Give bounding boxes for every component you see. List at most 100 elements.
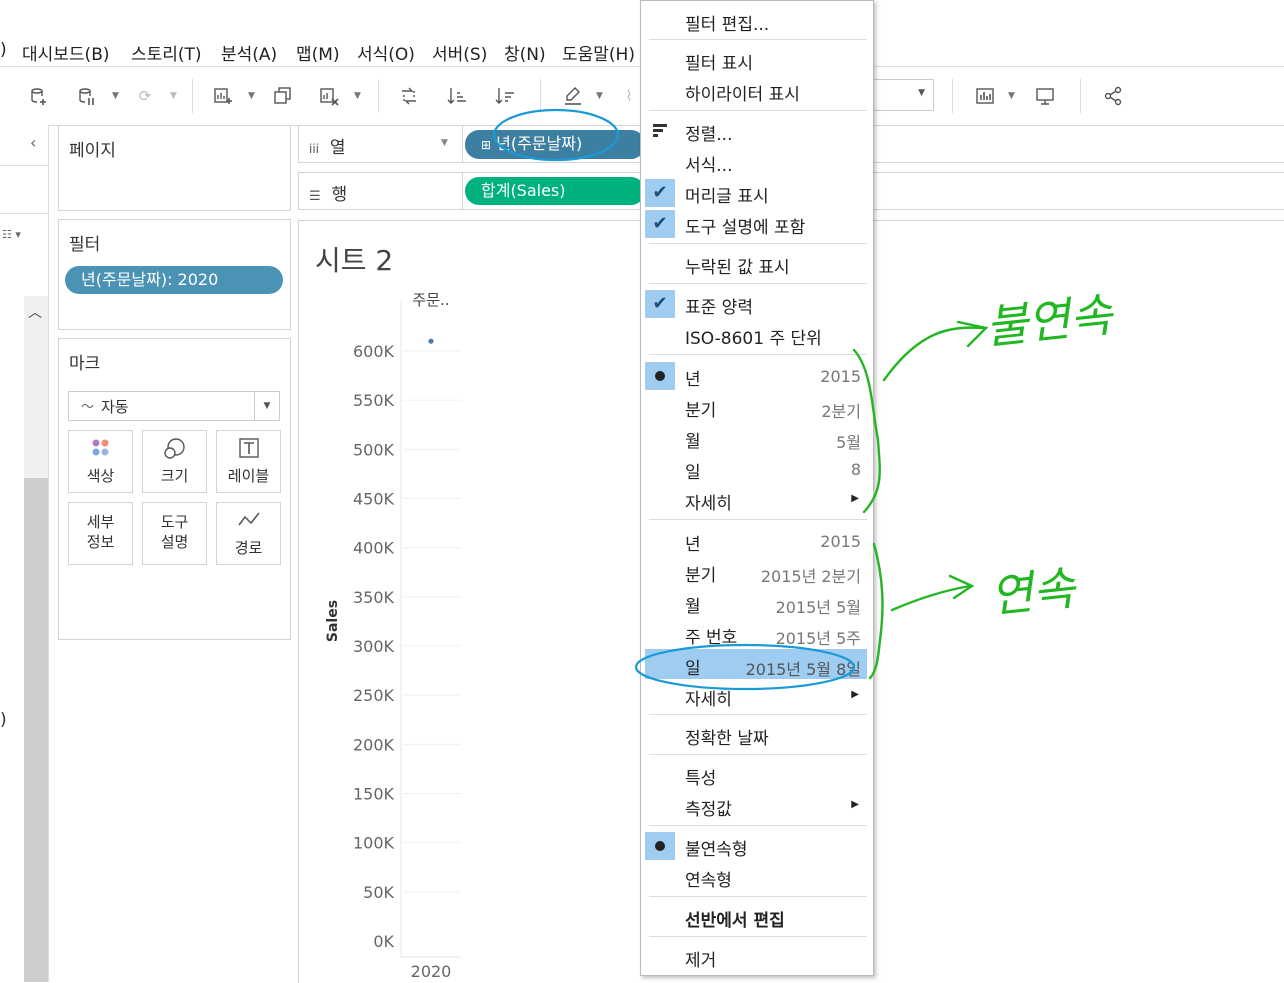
y-tick-label: 350K [353,588,395,607]
new-sheet-icon[interactable] [212,85,234,107]
label-button[interactable]: 레이블 [216,430,281,493]
sort-descending-icon[interactable] [494,85,516,107]
mark-type-value: 자동 [101,398,129,416]
attach-icon[interactable]: ⌇ [618,85,640,107]
menu-continuous[interactable]: 연속형 [685,866,732,891]
menu-discrete-more[interactable]: 자세히 [685,489,732,514]
share-icon[interactable] [1102,85,1124,107]
menu-standard-calendar[interactable]: 표준 양력 [685,293,753,318]
color-button[interactable]: 색상 [68,430,133,493]
detail-label: 세부 정보 [86,513,115,551]
size-button[interactable]: 크기 [142,430,207,493]
discrete-note: 불연속 [982,287,1115,355]
menu-format[interactable]: 서식... [685,151,733,176]
menu-discrete[interactable]: 불연속형 [685,835,748,860]
menu-attribute[interactable]: 특성 [685,764,716,789]
scroll-up-icon[interactable]: ︿ [28,302,42,322]
chevron-down-icon[interactable]: ▼ [596,85,603,107]
continuous-note: 연속 [987,560,1078,624]
y-tick-label: 150K [353,785,395,804]
tooltip-button[interactable]: 도구 설명 [142,502,207,565]
menu-continuous-year[interactable]: 년 [685,530,701,555]
data-point[interactable] [428,338,434,344]
chevron-down-icon[interactable]: ▼ [170,85,177,107]
chevron-down-icon[interactable]: ▼ [1008,85,1015,107]
divider [649,110,867,111]
y-tick-label: 600K [353,342,395,361]
menu-continuous-quarter[interactable]: 분기 [685,561,716,586]
y-tick-label: 50K [363,883,394,902]
menu-edit-in-shelf[interactable]: 선반에서 편집 [685,906,785,931]
menu-window[interactable]: 창(N) [504,40,546,65]
check-icon: ✔ [645,210,675,238]
sort-ascending-icon[interactable] [446,85,468,107]
menu-iso-8601[interactable]: ISO-8601 주 단위 [685,324,822,349]
y-tick-label: 500K [353,440,395,459]
color-icon [69,437,132,465]
chevron-down-icon[interactable]: ▼ [248,85,255,107]
menu-discrete-day[interactable]: 일 [685,458,701,483]
presentation-icon[interactable] [1034,85,1056,107]
toolbar-divider [952,79,953,113]
menu-dashboard[interactable]: 대시보드(B) [22,40,110,65]
collapse-chevron-icon[interactable]: ‹ [30,133,36,152]
column-header: 주문.. [412,291,449,309]
menu-analysis[interactable]: 분석(A) [221,40,277,65]
filter-pill-year[interactable]: 년(주문날짜): 2020 [65,266,283,294]
rows-shelf-label: ☰ 행 [309,185,348,205]
menu-show-filter[interactable]: 필터 표시 [685,49,753,74]
y-tick-label: 300K [353,637,395,656]
chevron-down-icon[interactable]: ▼ [354,85,361,107]
pause-updates-icon[interactable] [76,85,98,107]
divider [649,243,867,244]
menu-remove[interactable]: 제거 [685,946,716,971]
highlight-icon[interactable] [562,85,584,107]
divider [649,39,867,40]
divider [462,126,463,162]
duplicate-sheet-icon[interactable] [272,85,294,107]
menu-exact-date[interactable]: 정확한 날짜 [685,724,769,749]
new-datasource-icon[interactable] [28,85,50,107]
menu-continuous-month[interactable]: 월 [685,592,701,617]
menu-show-missing-values[interactable]: 누락된 값 표시 [685,253,790,278]
highlight-ellipse-pill [492,108,620,162]
y-axis-label: Sales [325,600,341,642]
menu-format[interactable]: 서식(O) [357,40,415,65]
sheet-title: 시트 2 [315,244,394,277]
y-tick-label: 250K [353,686,395,705]
view-list-icon[interactable]: ☷ ▾ [2,228,21,241]
swap-rows-columns-icon[interactable] [398,85,420,107]
clear-sheet-icon[interactable] [318,85,340,107]
menu-show-header[interactable]: 머리글 표시 [685,182,769,207]
toolbar-divider [378,79,379,113]
menu-discrete-month[interactable]: 월 [685,427,701,452]
rows-pill-sales[interactable]: 합계(Sales) [465,177,645,205]
menu-include-in-tooltip[interactable]: 도구 설명에 포함 [685,213,805,238]
arrow-continuous [890,584,972,612]
chevron-down-icon[interactable]: ▼ [112,85,119,107]
arrow-head-icon [956,320,989,348]
scrollbar-thumb[interactable] [24,478,48,982]
refresh-icon[interactable]: ⟳ [134,85,156,107]
menu-sort[interactable]: 정렬... [685,120,733,145]
menu-edit-filter[interactable]: 필터 편집... [685,10,769,35]
menu-server[interactable]: 서버(S) [432,40,487,65]
menu-map[interactable]: 맵(M) [296,40,340,65]
fit-dropdown[interactable]: ▼ [872,79,934,111]
menu-story[interactable]: 스토리(T) [131,40,202,65]
mark-type-dropdown[interactable]: 〜 자동 ▼ [68,391,280,421]
menu-help[interactable]: 도움말(H) [562,40,635,65]
chevron-down-icon: ▼ [441,138,448,148]
divider [649,896,867,897]
menu-discrete-year[interactable]: 년 [685,365,701,390]
menu-show-highlighter[interactable]: 하이라이터 표시 [685,80,800,105]
menu-discrete-quarter[interactable]: 분기 [685,396,716,421]
check-icon: ✔ [645,179,675,207]
radio-selected-icon [645,362,675,390]
brace-discrete [852,348,881,514]
context-menu: 필터 편집... 필터 표시 하이라이터 표시 정렬... 서식... ✔ 머리… [640,0,874,976]
show-me-icon[interactable] [974,85,996,107]
menu-measure[interactable]: 측정값 [685,795,732,820]
path-button[interactable]: 경로 [216,502,281,565]
detail-button[interactable]: 세부 정보 [68,502,133,565]
